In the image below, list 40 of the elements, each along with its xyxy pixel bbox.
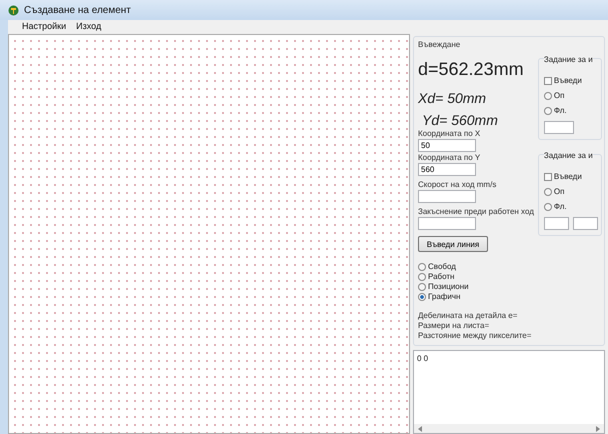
app-icon: [8, 4, 19, 16]
radio-button[interactable]: Оп: [544, 91, 596, 100]
radio-button[interactable]: Графичн: [418, 292, 534, 301]
info-label: Разстояние между пикселите=: [418, 331, 532, 340]
scroll-right-icon[interactable]: [595, 426, 600, 432]
checkbox[interactable]: Въведи: [544, 172, 596, 181]
input-field[interactable]: [544, 121, 574, 134]
radio-button[interactable]: Фл.: [544, 106, 596, 115]
group-title: Въвеждане: [418, 40, 462, 49]
x-label: Xd= 50mm: [418, 90, 488, 106]
scroll-left-icon[interactable]: [418, 426, 423, 432]
group-title: Задание за и: [544, 151, 593, 160]
output-text: 0 0: [416, 353, 430, 365]
radio-button[interactable]: Свобод: [418, 262, 534, 271]
field-label: Скорост на ход mm/s: [418, 180, 498, 189]
radio-button[interactable]: Работн: [418, 272, 534, 281]
distance-label: d=562.23mm: [418, 59, 525, 80]
radio-button[interactable]: Фл.: [544, 202, 596, 211]
add-line-button[interactable]: Въведи линия: [418, 236, 488, 252]
input-field[interactable]: [418, 217, 476, 230]
field-label: Координата по X: [418, 129, 482, 138]
group-title: Задание за и: [544, 55, 593, 64]
dot-grid-canvas[interactable]: [8, 34, 410, 434]
input-field[interactable]: [572, 217, 598, 230]
field-label: Координата по Y: [418, 153, 482, 162]
info-label: Дебелината на детайла е=: [418, 311, 518, 320]
menu-item[interactable]: Настройки: [22, 21, 66, 31]
input-field[interactable]: 50: [418, 139, 476, 152]
output-text-area[interactable]: 0 0: [413, 350, 605, 434]
input-field[interactable]: [418, 190, 476, 203]
field-label: Закъснение преди работен ход: [418, 207, 534, 216]
y-label: Yd= 560mm: [422, 112, 499, 128]
input-field[interactable]: 560: [418, 163, 476, 176]
radio-button[interactable]: Позициони: [418, 282, 534, 291]
radio-button[interactable]: Оп: [544, 187, 596, 196]
window-title: Създаване на елемент: [24, 4, 131, 16]
checkbox[interactable]: Въведи: [544, 76, 596, 85]
menu-item[interactable]: Изход: [76, 21, 102, 31]
input-field[interactable]: [544, 217, 569, 230]
info-label: Размери на листа=: [418, 321, 490, 330]
